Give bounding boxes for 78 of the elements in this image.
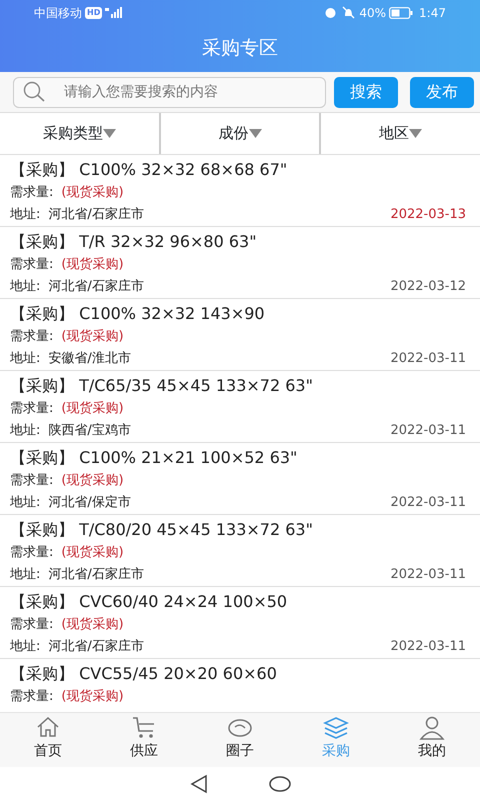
listing-item[interactable]: 【采购】 T/C80/20 45×45 133×72 63" 需求量: (现货采购) 地址: 河北省/石家庄市 2022-03-11 [0, 515, 480, 587]
home-icon[interactable] [269, 776, 291, 792]
listing-item[interactable]: 【采购】 C100% 21×21 100×52 63" 需求量: (现货采购) 地址: 河北省/保定市 2022-03-11 [0, 443, 480, 515]
address-value: 河北省/石家庄市 [48, 566, 144, 584]
demand-value: (现货采购) [61, 473, 124, 488]
nav-tab[interactable]: 我的 [384, 713, 480, 767]
mute-icon [342, 6, 356, 19]
listing-date: 2022-03-11 [390, 638, 466, 656]
address-label: 地址: [10, 206, 40, 224]
nav-tab[interactable]: 供应 [96, 713, 192, 767]
demand-value: (现货采购) [61, 689, 124, 704]
layers-icon [323, 715, 349, 741]
listing-date: 2022-03-13 [390, 206, 466, 224]
demand-value: (现货采购) [61, 329, 124, 344]
listing-date: 2022-03-11 [390, 494, 466, 512]
demand-value: (现货采购) [61, 185, 124, 200]
listing-title: 【采购】 CVC60/40 24×24 100×50 [10, 592, 288, 611]
demand-value: (现货采购) [61, 401, 124, 416]
listing-title: 【采购】 C100% 32×32 143×90 [10, 304, 265, 323]
signal-icon [105, 7, 124, 18]
address-value: 河北省/石家庄市 [48, 278, 144, 296]
address-label: 地址: [10, 278, 40, 296]
address-value: 河北省/石家庄市 [48, 206, 144, 224]
hd-badge: HD [85, 6, 102, 18]
address-label: 地址: [10, 494, 40, 512]
address-label: 地址: [10, 422, 40, 440]
search-icon [22, 81, 46, 103]
demand-value: (现货采购) [61, 545, 124, 560]
address-label: 地址: [10, 566, 40, 584]
back-icon[interactable] [189, 774, 209, 794]
listing-title: 【采购】 CVC55/45 20×20 60×60 [10, 664, 277, 683]
caret-icon [248, 129, 262, 138]
listing-item[interactable]: 【采购】 C100% 32×32 68×68 67" 需求量: (现货采购) 地址: 河北省/石家庄市 2022-03-13 [0, 155, 480, 227]
address-value: 安徽省/淮北市 [48, 350, 131, 368]
carrier-name: 中国移动 [34, 4, 82, 22]
search-field[interactable]: 请输入您需要搜索的内容 [13, 76, 326, 108]
listing-title: 【采购】 T/C80/20 45×45 133×72 63" [10, 520, 313, 539]
listing-title: 【采购】 T/C65/35 45×45 133×72 63" [10, 376, 313, 395]
demand-value: (现货采购) [61, 257, 124, 272]
listing-item[interactable]: 【采购】 CVC60/40 24×24 100×50 需求量: (现货采购) 地址: 河北省/石家庄市 2022-03-11 [0, 587, 480, 659]
cart-icon [131, 715, 157, 741]
caret-icon [409, 129, 422, 138]
person-icon [419, 715, 445, 741]
address-label: 地址: [10, 350, 40, 368]
demand-label: 需求量: [10, 545, 54, 560]
search-input[interactable]: 请输入您需要搜索的内容 [62, 80, 317, 104]
listing-item[interactable]: 【采购】 T/C65/35 45×45 133×72 63" 需求量: (现货采购) 地址: 陕西省/宝鸡市 2022-03-11 [0, 371, 480, 443]
filter-dropdown[interactable]: 采购类型 [42, 122, 116, 145]
listing-date: 2022-03-12 [390, 278, 466, 296]
nav-tab[interactable]: 圈子 [192, 713, 288, 767]
clock-time: 1:47 [419, 4, 446, 22]
listing-title: 【采购】 C100% 21×21 100×52 63" [10, 448, 298, 467]
address-value: 陕西省/宝鸡市 [48, 422, 131, 440]
listing-date: 2022-03-11 [390, 566, 466, 584]
listing-date: 2022-03-11 [390, 422, 466, 440]
nav-tab[interactable]: 首页 [0, 713, 96, 767]
filter-dropdown[interactable]: 成份 [218, 122, 262, 145]
battery-icon [389, 6, 414, 18]
battery-percent: 40% [359, 4, 386, 22]
caret-icon [102, 129, 116, 138]
demand-value: (现货采购) [61, 617, 124, 632]
demand-label: 需求量: [10, 257, 54, 272]
demand-label: 需求量: [10, 401, 54, 416]
filter-dropdown[interactable]: 地区 [379, 122, 422, 145]
page-title: 采购专区 [202, 36, 278, 62]
address-label: 地址: [10, 638, 40, 656]
demand-label: 需求量: [10, 185, 54, 200]
demand-label: 需求量: [10, 329, 54, 344]
listing-date: 2022-03-11 [390, 350, 466, 368]
demand-label: 需求量: [10, 617, 54, 632]
demand-label: 需求量: [10, 473, 54, 488]
demand-label: 需求量: [10, 689, 54, 704]
address-value: 河北省/石家庄市 [48, 638, 144, 656]
listing-item[interactable]: 【采购】 C100% 32×32 143×90 需求量: (现货采购) 地址: 安徽省/淮北市 2022-03-11 [0, 299, 480, 371]
listing-item[interactable]: 【采购】 T/R 32×32 96×80 63" 需求量: (现货采购) 地址: 河北省/石家庄市 2022-03-12 [0, 227, 480, 299]
listing-title: 【采购】 T/R 32×32 96×80 63" [10, 232, 257, 251]
listing-title: 【采购】 C100% 32×32 68×68 67" [10, 160, 288, 179]
address-value: 河北省/保定市 [48, 494, 131, 512]
